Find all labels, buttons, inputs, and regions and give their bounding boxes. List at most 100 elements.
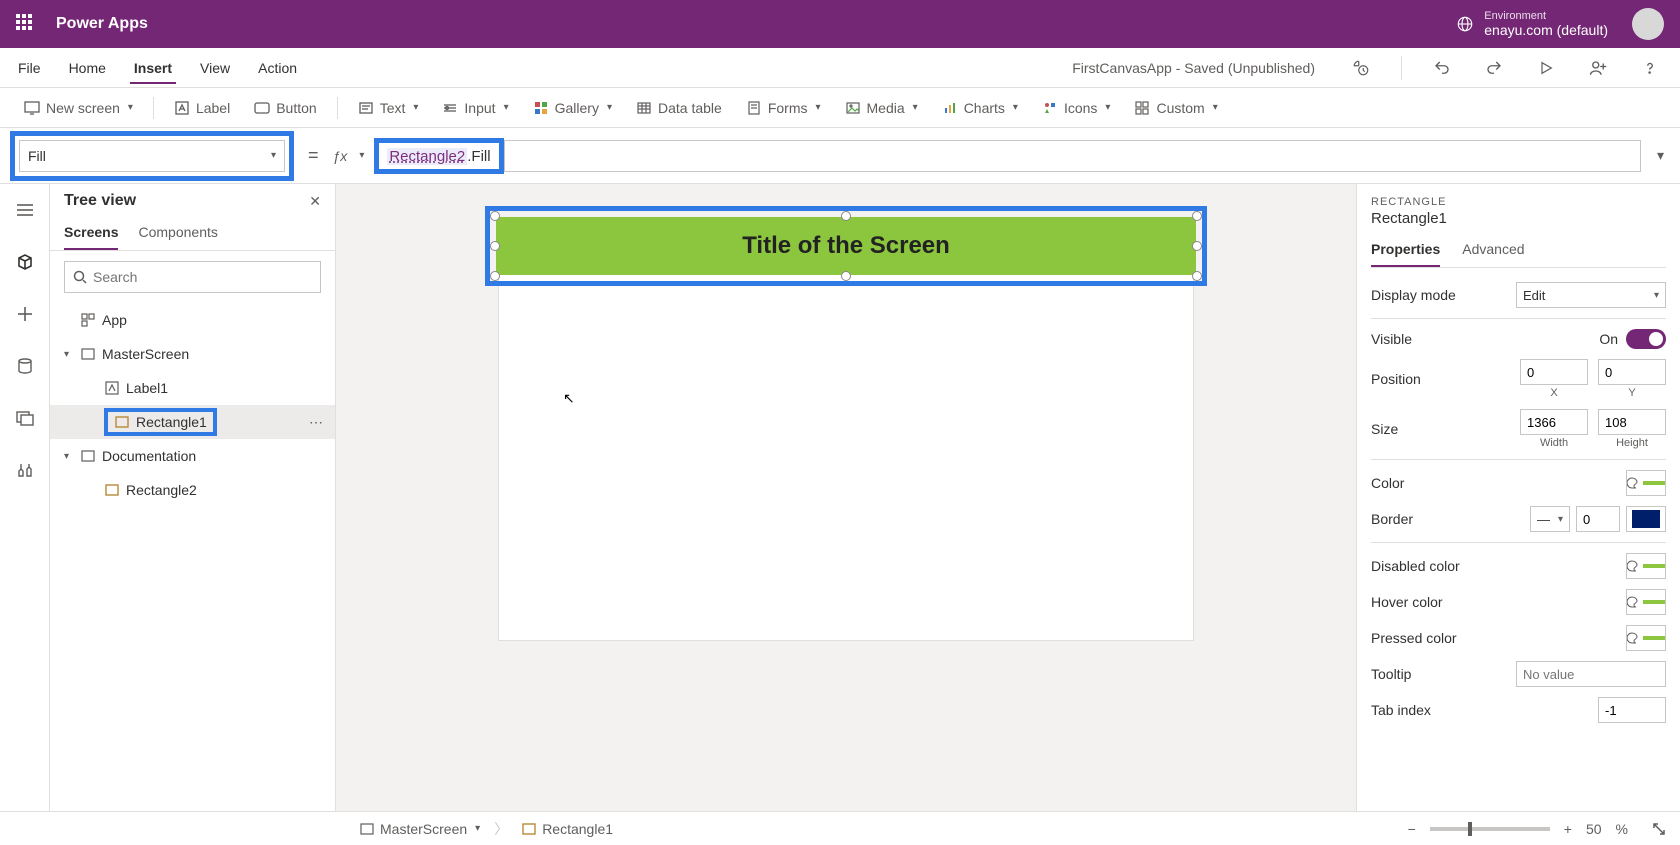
color-picker[interactable] <box>1626 470 1666 496</box>
insert-gallery-dropdown[interactable]: Gallery▾ <box>523 96 622 120</box>
menu-home[interactable]: Home <box>65 52 110 84</box>
hamburger-icon[interactable] <box>9 194 41 226</box>
resize-handle[interactable] <box>841 211 851 221</box>
chevron-down-icon: ▾ <box>413 102 418 113</box>
media-panel-icon[interactable] <box>9 402 41 434</box>
insert-media-dropdown[interactable]: Media▾ <box>835 96 928 120</box>
tree-search[interactable] <box>64 261 321 293</box>
add-icon[interactable] <box>9 298 41 330</box>
user-avatar[interactable] <box>1632 8 1664 40</box>
chevron-down-icon[interactable]: ▾ <box>64 349 74 360</box>
position-y-input[interactable] <box>1598 359 1666 385</box>
property-dropdown[interactable]: Fill ▾ <box>19 140 285 172</box>
rectangle1-object[interactable]: Title of the Screen <box>496 217 1196 275</box>
disabled-color-picker[interactable] <box>1626 553 1666 579</box>
tree-node-rectangle2[interactable]: Rectangle2 <box>50 473 335 507</box>
play-button[interactable] <box>1530 52 1562 84</box>
tooltip-input[interactable] <box>1516 661 1666 687</box>
menu-file[interactable]: File <box>14 52 45 84</box>
insert-custom-dropdown[interactable]: Custom▾ <box>1124 96 1227 120</box>
insert-charts-dropdown[interactable]: Charts▾ <box>932 96 1028 120</box>
data-icon[interactable] <box>9 350 41 382</box>
screen-icon <box>80 346 96 362</box>
formula-expand-icon[interactable]: ▾ <box>1651 147 1670 164</box>
tab-advanced[interactable]: Advanced <box>1462 237 1524 267</box>
hover-color-picker[interactable] <box>1626 589 1666 615</box>
insert-button-button[interactable]: Button <box>244 96 326 120</box>
height-input[interactable] <box>1598 409 1666 435</box>
menu-action[interactable]: Action <box>254 52 301 84</box>
help-button[interactable] <box>1634 52 1666 84</box>
environment-picker[interactable]: Environment enayu.com (default) <box>1456 10 1608 38</box>
insert-input-dropdown[interactable]: Input▾ <box>432 96 518 120</box>
tree-node-label: Rectangle1 <box>136 414 207 430</box>
zoom-slider[interactable] <box>1430 827 1550 831</box>
selected-node-highlight: Rectangle1 <box>104 408 217 436</box>
formula-input[interactable] <box>504 140 1641 172</box>
tree-view-icon[interactable] <box>9 246 41 278</box>
insert-label-button[interactable]: Label <box>164 96 240 120</box>
chevron-down-icon: ▾ <box>815 102 820 113</box>
border-label: Border <box>1371 511 1413 527</box>
tree-node-documentation[interactable]: ▾ Documentation <box>50 439 335 473</box>
tabindex-input[interactable] <box>1598 697 1666 723</box>
menu-view[interactable]: View <box>196 52 234 84</box>
app-checker-icon[interactable] <box>1345 52 1377 84</box>
new-screen-button[interactable]: New screen▾ <box>14 96 143 120</box>
resize-handle[interactable] <box>1192 241 1202 251</box>
insert-forms-dropdown[interactable]: Forms▾ <box>736 96 831 120</box>
position-x-input[interactable] <box>1520 359 1588 385</box>
visible-toggle[interactable] <box>1626 329 1666 349</box>
insert-datatable-button[interactable]: Data table <box>626 96 732 120</box>
tab-components[interactable]: Components <box>138 218 217 250</box>
media-icon <box>845 100 861 116</box>
share-button[interactable] <box>1582 52 1614 84</box>
insert-text-dropdown[interactable]: Text▾ <box>348 96 429 120</box>
breadcrumb-screen[interactable]: MasterScreen ▾ <box>360 821 480 837</box>
resize-handle[interactable] <box>841 271 851 281</box>
insert-icons-dropdown[interactable]: Icons▾ <box>1032 96 1121 120</box>
equals-sign: = <box>308 145 319 166</box>
selection-highlight: Title of the Screen <box>485 206 1207 286</box>
redo-button[interactable] <box>1478 52 1510 84</box>
pressed-color-picker[interactable] <box>1626 625 1666 651</box>
close-icon[interactable]: ✕ <box>309 193 321 210</box>
position-label: Position <box>1371 371 1421 387</box>
resize-handle[interactable] <box>490 241 500 251</box>
tab-properties[interactable]: Properties <box>1371 237 1440 267</box>
visible-label: Visible <box>1371 331 1412 347</box>
zoom-out-button[interactable]: − <box>1408 821 1416 837</box>
environment-label: Environment <box>1484 10 1608 22</box>
waffle-icon[interactable] <box>16 14 36 34</box>
tabindex-label: Tab index <box>1371 702 1431 718</box>
resize-handle[interactable] <box>490 211 500 221</box>
tools-icon[interactable] <box>9 454 41 486</box>
canvas-screen[interactable]: Title of the Screen ↖ <box>499 220 1193 640</box>
fx-label: ƒx <box>333 148 348 164</box>
chevron-down-icon[interactable]: ▾ <box>359 150 364 161</box>
tab-screens[interactable]: Screens <box>64 218 118 250</box>
zoom-value: 50 <box>1586 821 1602 837</box>
chevron-down-icon[interactable]: ▾ <box>64 451 74 462</box>
width-input[interactable] <box>1520 409 1588 435</box>
resize-handle[interactable] <box>1192 211 1202 221</box>
canvas-area[interactable]: Title of the Screen ↖ <box>336 184 1356 811</box>
breadcrumb-selected[interactable]: Rectangle1 <box>522 821 613 837</box>
display-mode-select[interactable]: Edit▾ <box>1516 282 1666 308</box>
tree-node-app[interactable]: App <box>50 303 335 337</box>
menu-insert[interactable]: Insert <box>130 52 176 84</box>
tree-node-masterscreen[interactable]: ▾ MasterScreen <box>50 337 335 371</box>
resize-handle[interactable] <box>490 271 500 281</box>
fullscreen-icon[interactable] <box>1652 822 1666 836</box>
tree-node-label1[interactable]: Label1 <box>50 371 335 405</box>
zoom-in-button[interactable]: + <box>1564 821 1572 837</box>
resize-handle[interactable] <box>1192 271 1202 281</box>
chevron-down-icon: ▾ <box>1105 102 1110 113</box>
border-style-select[interactable]: —▾ <box>1530 506 1570 532</box>
tree-search-input[interactable] <box>93 269 312 285</box>
border-color-picker[interactable] <box>1626 506 1666 532</box>
tree-node-rectangle1[interactable]: Rectangle1 ⋯ <box>50 405 335 439</box>
undo-button[interactable] <box>1426 52 1458 84</box>
border-width-input[interactable] <box>1576 506 1620 532</box>
more-icon[interactable]: ⋯ <box>309 414 325 431</box>
